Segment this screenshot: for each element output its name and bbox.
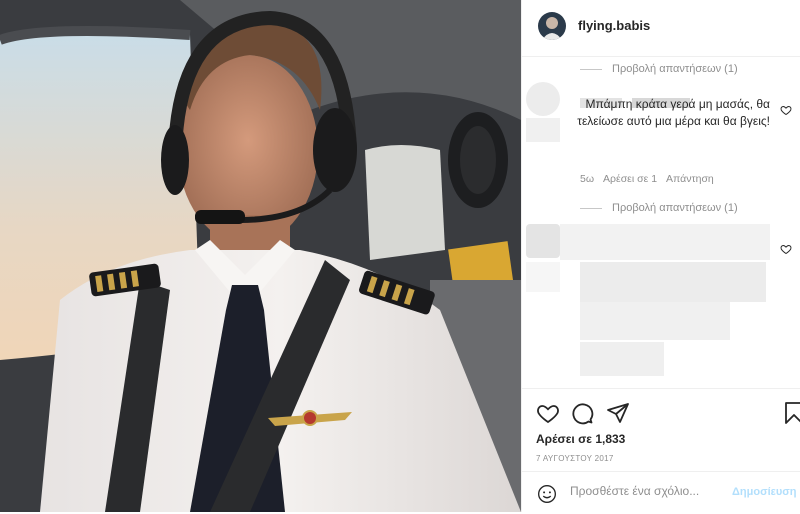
heart-icon[interactable]	[536, 401, 560, 425]
avatar-image	[542, 17, 562, 40]
user-avatar[interactable]	[538, 12, 566, 40]
redacted-block	[580, 262, 766, 302]
redacted-block	[526, 262, 560, 292]
post-actions: Αρέσει σε 1,833 7 ΑΥΓΟΥΣΤΟΥ 2017 Δημοσίε…	[522, 388, 800, 513]
bookmark-icon[interactable]	[782, 401, 800, 425]
comment-avatar[interactable]	[526, 82, 560, 116]
post-side-panel: flying.babis Προβολή απαντήσεων (1) Μπάμ…	[521, 0, 800, 512]
view-replies-label: Προβολή απαντήσεων (1)	[612, 202, 738, 214]
share-icon[interactable]	[606, 401, 630, 425]
smiley-icon[interactable]	[537, 484, 557, 504]
reply-button[interactable]: Απάντηση	[666, 173, 714, 185]
redacted-block	[526, 118, 560, 142]
add-comment-bar: Δημοσίευση	[522, 471, 800, 514]
post-comment-button[interactable]: Δημοσίευση	[732, 486, 797, 498]
comment-meta: 5ω Αρέσει σε 1 Απάντηση	[580, 173, 714, 185]
redacted-block	[580, 302, 730, 340]
comment-text: Μπάμπη κράτα γερά μη μασάς, θα τελείωσε …	[577, 97, 770, 128]
post-date[interactable]: 7 ΑΥΓΟΥΣΤΟΥ 2017	[536, 454, 614, 463]
divider-line	[580, 207, 602, 209]
comment-avatar[interactable]	[526, 224, 560, 258]
pilot-photo-image	[0, 0, 521, 512]
comment-age: 5ω	[580, 173, 595, 185]
divider-line	[580, 68, 602, 70]
redacted-block	[560, 224, 770, 260]
comment-like-heart-icon[interactable]	[780, 104, 792, 116]
view-replies-button[interactable]: Προβολή απαντήσεων (1)	[580, 63, 738, 75]
redacted-block	[580, 342, 664, 376]
comment-like-heart-icon[interactable]	[780, 243, 792, 255]
comment-input[interactable]	[570, 482, 740, 500]
comment-likes-count[interactable]: Αρέσει σε 1	[603, 173, 657, 185]
username-link[interactable]: flying.babis	[578, 18, 650, 33]
likes-count[interactable]: Αρέσει σε 1,833	[536, 432, 625, 446]
view-replies-button[interactable]: Προβολή απαντήσεων (1)	[580, 202, 738, 214]
post-photo[interactable]	[0, 0, 521, 512]
view-replies-label: Προβολή απαντήσεων (1)	[612, 63, 738, 75]
post-header: flying.babis	[522, 0, 800, 57]
comment-icon[interactable]	[570, 401, 594, 425]
